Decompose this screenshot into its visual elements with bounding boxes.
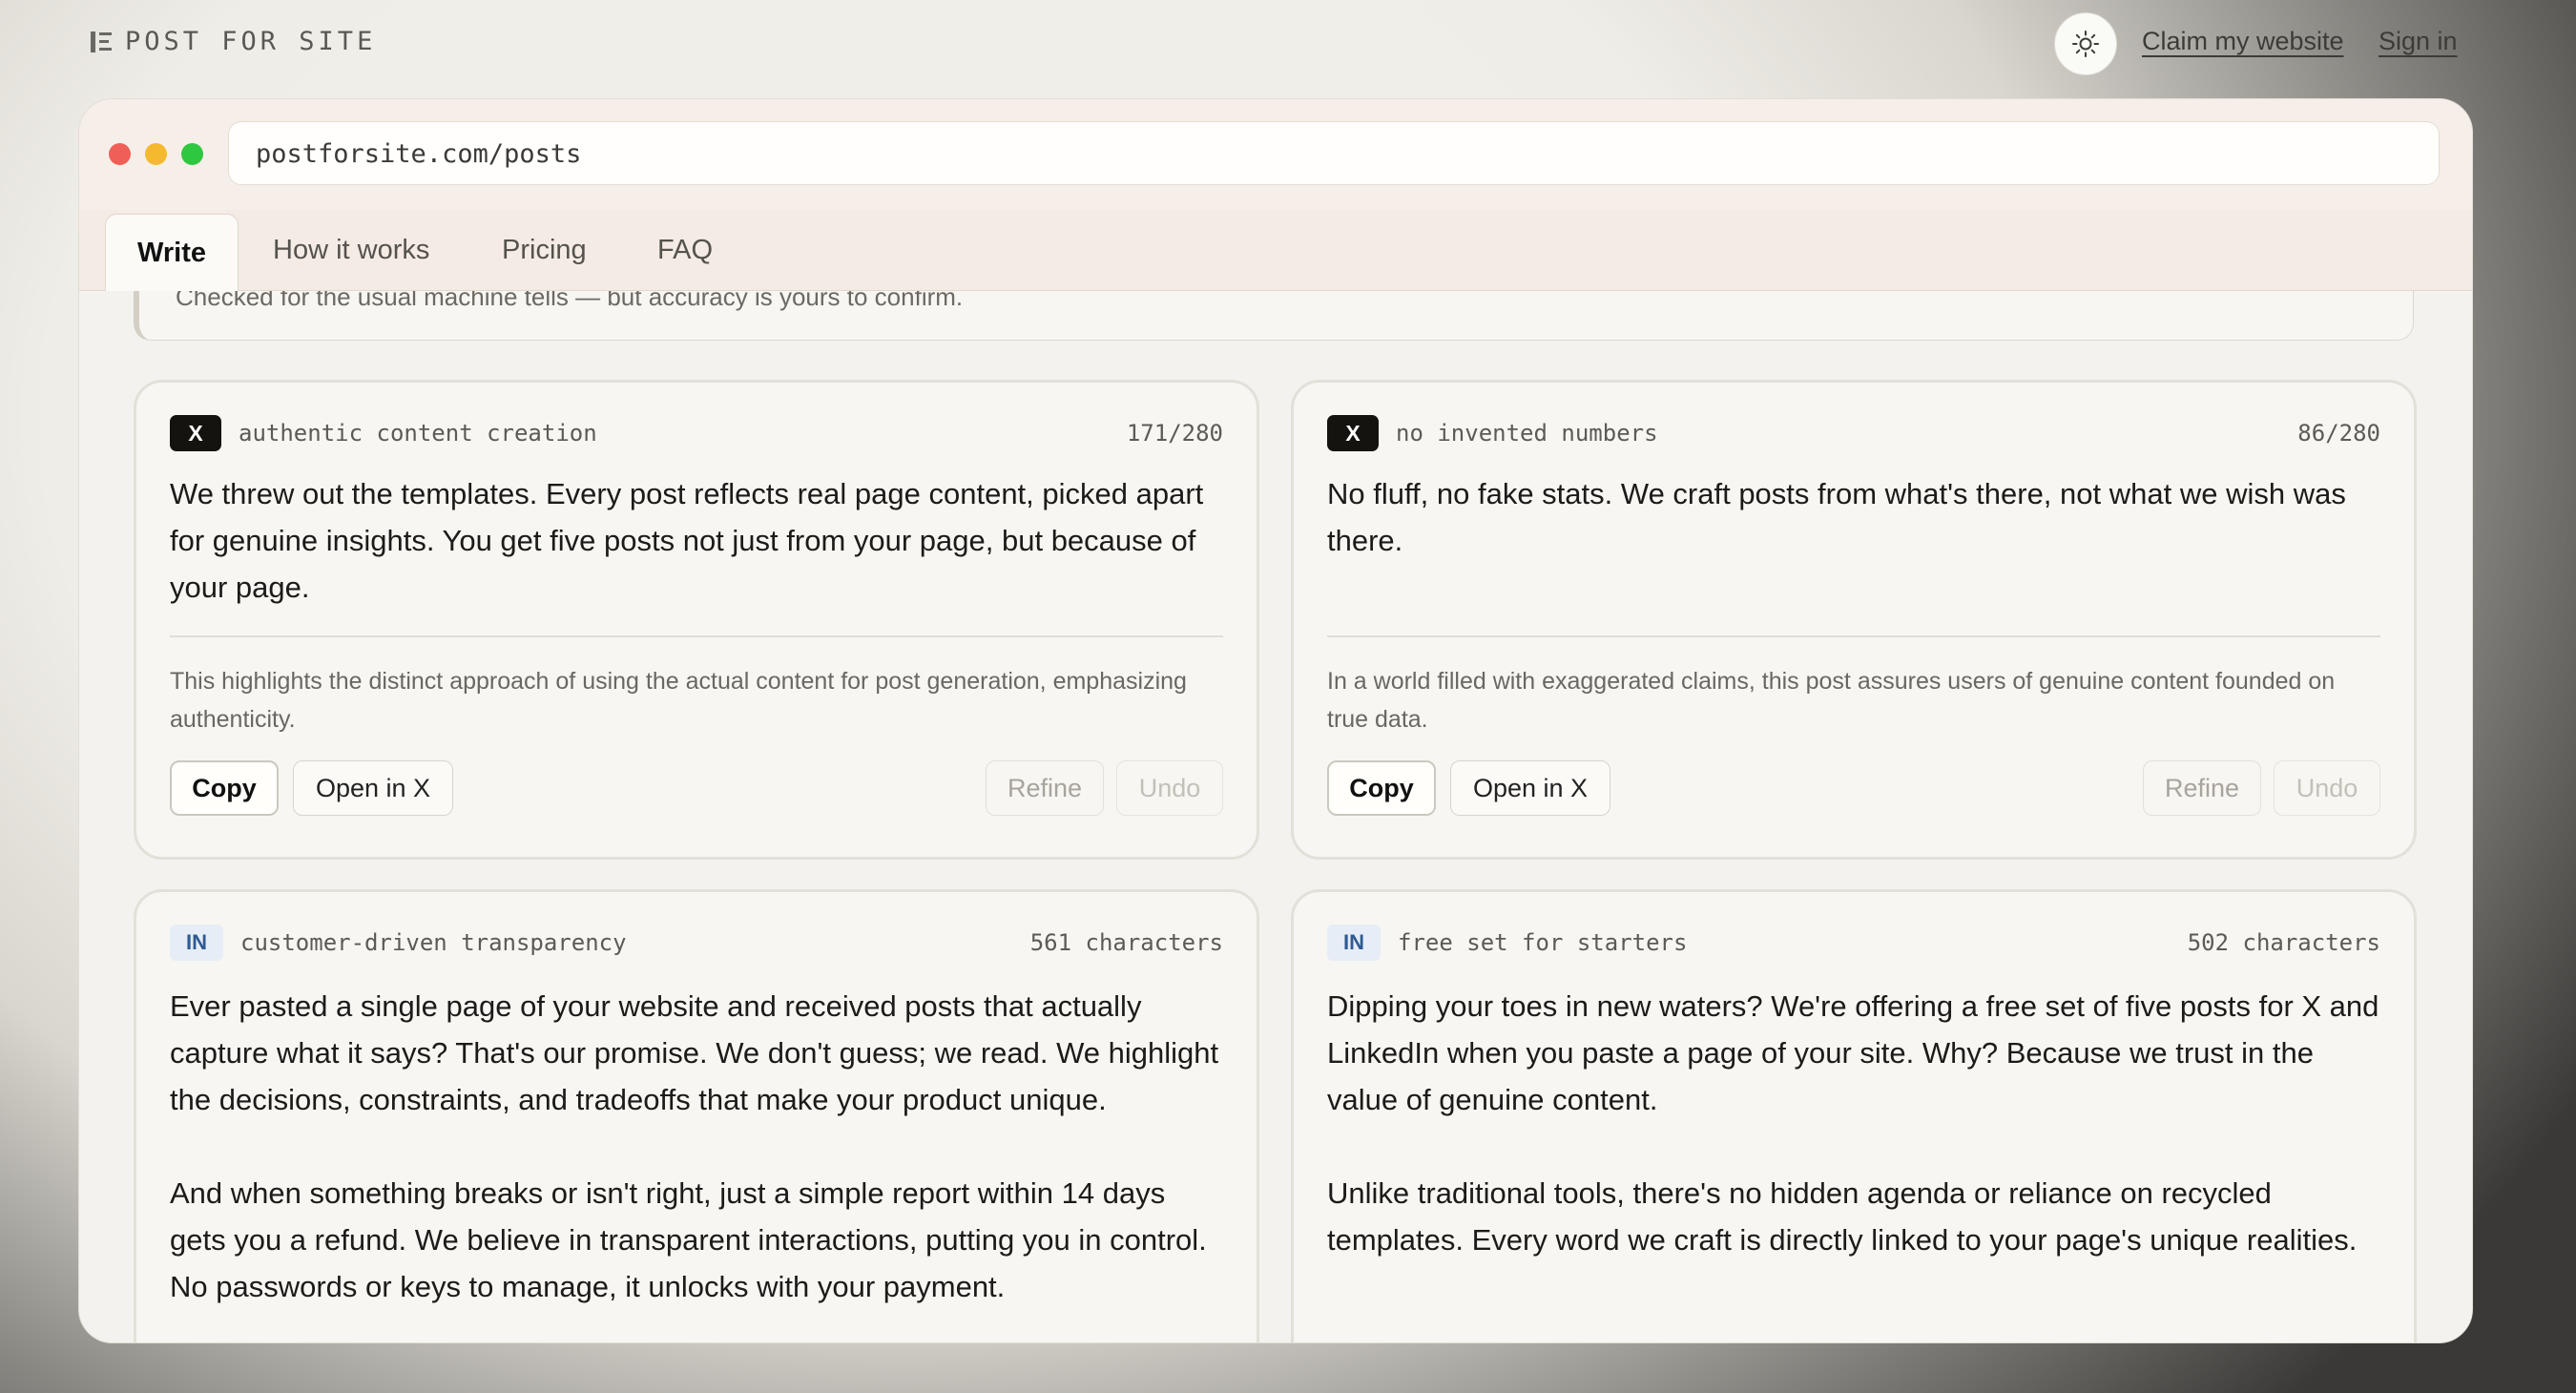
post-rationale: In a world filled with exaggerated claim… [1327, 668, 2336, 733]
refine-button[interactable]: Refine [986, 760, 1104, 816]
tab-pricing[interactable]: Pricing [502, 210, 587, 290]
sidebar-layout-icon [91, 31, 112, 52]
platform-badge-x: X [1327, 415, 1379, 451]
post-paragraph: We threw out the templates. Every post r… [170, 477, 1204, 604]
refine-button[interactable]: Refine [2143, 760, 2261, 816]
divider [1327, 635, 2380, 637]
post-card: IN free set for starters 502 characters … [1291, 889, 2417, 1342]
post-card: IN customer-driven transparency 561 char… [134, 889, 1259, 1342]
post-topic: authentic content creation [239, 420, 597, 447]
post-paragraph: No fluff, no fake stats. We craft posts … [1327, 477, 2346, 557]
browser-chrome: postforsite.com/posts [79, 99, 2472, 211]
divider [170, 635, 1223, 637]
close-dot[interactable] [109, 143, 131, 165]
character-count: 561 characters [1029, 929, 1223, 956]
posts-area: Checked for the usual machine tells — bu… [79, 291, 2472, 1342]
post-topic: customer-driven transparency [240, 929, 627, 956]
post-paragraph: Dipping your toes in new waters? We're o… [1327, 989, 2379, 1116]
top-bar: POST FOR SITE Claim my website Sign in [0, 0, 2576, 86]
character-count: 171/280 [1126, 420, 1223, 447]
minimize-dot[interactable] [145, 143, 167, 165]
sun-icon [2072, 31, 2099, 57]
post-body[interactable]: We threw out the templates. Every post r… [170, 470, 1223, 657]
open-in-x-button[interactable]: Open in X [293, 760, 453, 816]
copy-button[interactable]: Copy [1327, 760, 1436, 816]
post-topic: no invented numbers [1396, 420, 1658, 447]
platform-badge-linkedin: IN [1327, 925, 1381, 961]
post-body[interactable]: Dipping your toes in new waters? We're o… [1327, 983, 2380, 1310]
post-paragraph: Unlike traditional tools, there's no hid… [1327, 1176, 2358, 1257]
url-bar[interactable]: postforsite.com/posts [228, 121, 2440, 185]
post-topic: free set for starters [1398, 929, 1688, 956]
brand[interactable]: POST FOR SITE [91, 27, 376, 56]
post-card: X no invented numbers 86/280 No fluff, n… [1291, 380, 2417, 860]
character-count: 502 characters [2187, 929, 2380, 956]
tab-write[interactable]: Write [105, 214, 239, 292]
brand-name: POST FOR SITE [125, 27, 377, 56]
sign-in-link[interactable]: Sign in [2379, 27, 2458, 56]
claim-website-link[interactable]: Claim my website [2142, 27, 2344, 56]
maximize-dot[interactable] [181, 143, 203, 165]
platform-badge-linkedin: IN [170, 925, 223, 961]
tab-faq[interactable]: FAQ [657, 210, 713, 290]
theme-toggle-button[interactable] [2054, 12, 2117, 75]
undo-button[interactable]: Undo [1116, 760, 1223, 816]
post-rationale: This highlights the distinct approach of… [170, 668, 1187, 733]
open-in-x-button[interactable]: Open in X [1450, 760, 1610, 816]
tab-bar: Write How it works Pricing FAQ [79, 210, 2472, 292]
post-paragraph: Ever pasted a single page of your websit… [170, 989, 1219, 1116]
platform-badge-x: X [170, 415, 221, 451]
character-count: 86/280 [2297, 420, 2380, 447]
post-card: X authentic content creation 171/280 We … [134, 380, 1259, 860]
browser-window: postforsite.com/posts Write How it works… [78, 98, 2473, 1343]
tab-how-it-works[interactable]: How it works [273, 210, 429, 290]
copy-button[interactable]: Copy [170, 760, 279, 816]
notice-text: Checked for the usual machine tells — bu… [176, 291, 964, 311]
post-paragraph: And when something breaks or isn't right… [170, 1176, 1207, 1303]
post-body[interactable]: Ever pasted a single page of your websit… [170, 983, 1223, 1342]
undo-button[interactable]: Undo [2274, 760, 2380, 816]
post-body[interactable]: No fluff, no fake stats. We craft posts … [1327, 470, 2380, 611]
quality-notice: Checked for the usual machine tells — bu… [134, 291, 2414, 341]
